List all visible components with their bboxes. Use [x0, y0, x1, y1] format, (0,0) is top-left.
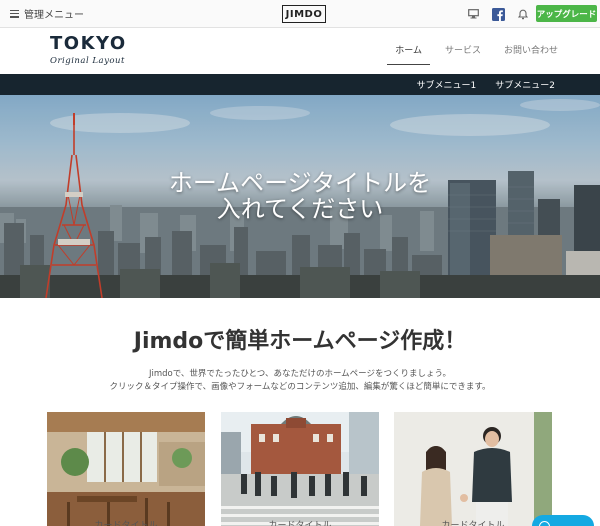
- hamburger-icon: [10, 9, 19, 18]
- intro-text: Jimdoで、世界でたったひとつ、あなただけのホームページをつくりましょう。 ク…: [0, 368, 600, 394]
- hero-image: ホームページタイトルを 入れてください: [0, 95, 600, 298]
- admin-menu-button[interactable]: 管理メニュー: [10, 6, 84, 21]
- desktop-icon[interactable]: [466, 7, 480, 21]
- station-image: [221, 412, 379, 526]
- couple-image: [394, 412, 552, 526]
- help-icon: [539, 520, 550, 526]
- hero-title-line1: ホームページタイトルを: [168, 169, 432, 197]
- intro-line-1: Jimdoで、世界でたったひとつ、あなただけのホームページをつくりましょう。: [148, 369, 452, 379]
- cafe-image: [47, 412, 205, 526]
- logo-sub-text: Original Layout: [50, 56, 125, 66]
- hero-title-line2: 入れてください: [216, 195, 384, 223]
- card-station[interactable]: カードタイトル: [221, 412, 379, 526]
- help-button[interactable]: [532, 515, 594, 526]
- admin-bar: 管理メニュー JIMDO アップグレード: [0, 0, 600, 28]
- sub-nav: サブメニュー1 サブメニュー2: [0, 74, 600, 95]
- site-logo[interactable]: TOKYO Original Layout: [50, 33, 127, 67]
- card-cafe[interactable]: カードタイトル: [47, 412, 205, 526]
- site-header: TOKYO Original Layout ホーム サービス お問い合わせ: [0, 28, 600, 74]
- card-couple[interactable]: カードタイトル: [394, 412, 552, 526]
- hero-title: ホームページタイトルを 入れてください: [0, 170, 600, 222]
- card-label: カードタイトル: [268, 521, 332, 526]
- intro-title: Jimdoで簡単ホームページ作成！: [133, 329, 467, 354]
- main-nav: ホーム サービス お問い合わせ: [387, 43, 558, 65]
- logo-main-text: TOKYO: [50, 33, 127, 54]
- intro-line-2: クリック＆タイプ操作で、画像やフォームなどのコンテンツ追加、編集が驚くほど簡単に…: [109, 382, 491, 392]
- bell-icon[interactable]: [516, 7, 530, 21]
- nav-item-home[interactable]: ホーム: [387, 43, 430, 65]
- card-label: カードタイトル: [94, 521, 158, 526]
- subnav-item-2[interactable]: サブメニュー2: [495, 78, 555, 91]
- jimdo-logo[interactable]: JIMDO: [282, 5, 326, 23]
- facebook-icon[interactable]: [491, 7, 505, 21]
- nav-item-service[interactable]: サービス: [445, 43, 481, 65]
- admin-menu-label: 管理メニュー: [24, 10, 84, 21]
- card-label: カードタイトル: [441, 521, 505, 526]
- nav-item-contact[interactable]: お問い合わせ: [504, 43, 558, 65]
- subnav-item-1[interactable]: サブメニュー1: [417, 78, 477, 91]
- upgrade-button[interactable]: アップグレード: [536, 5, 597, 22]
